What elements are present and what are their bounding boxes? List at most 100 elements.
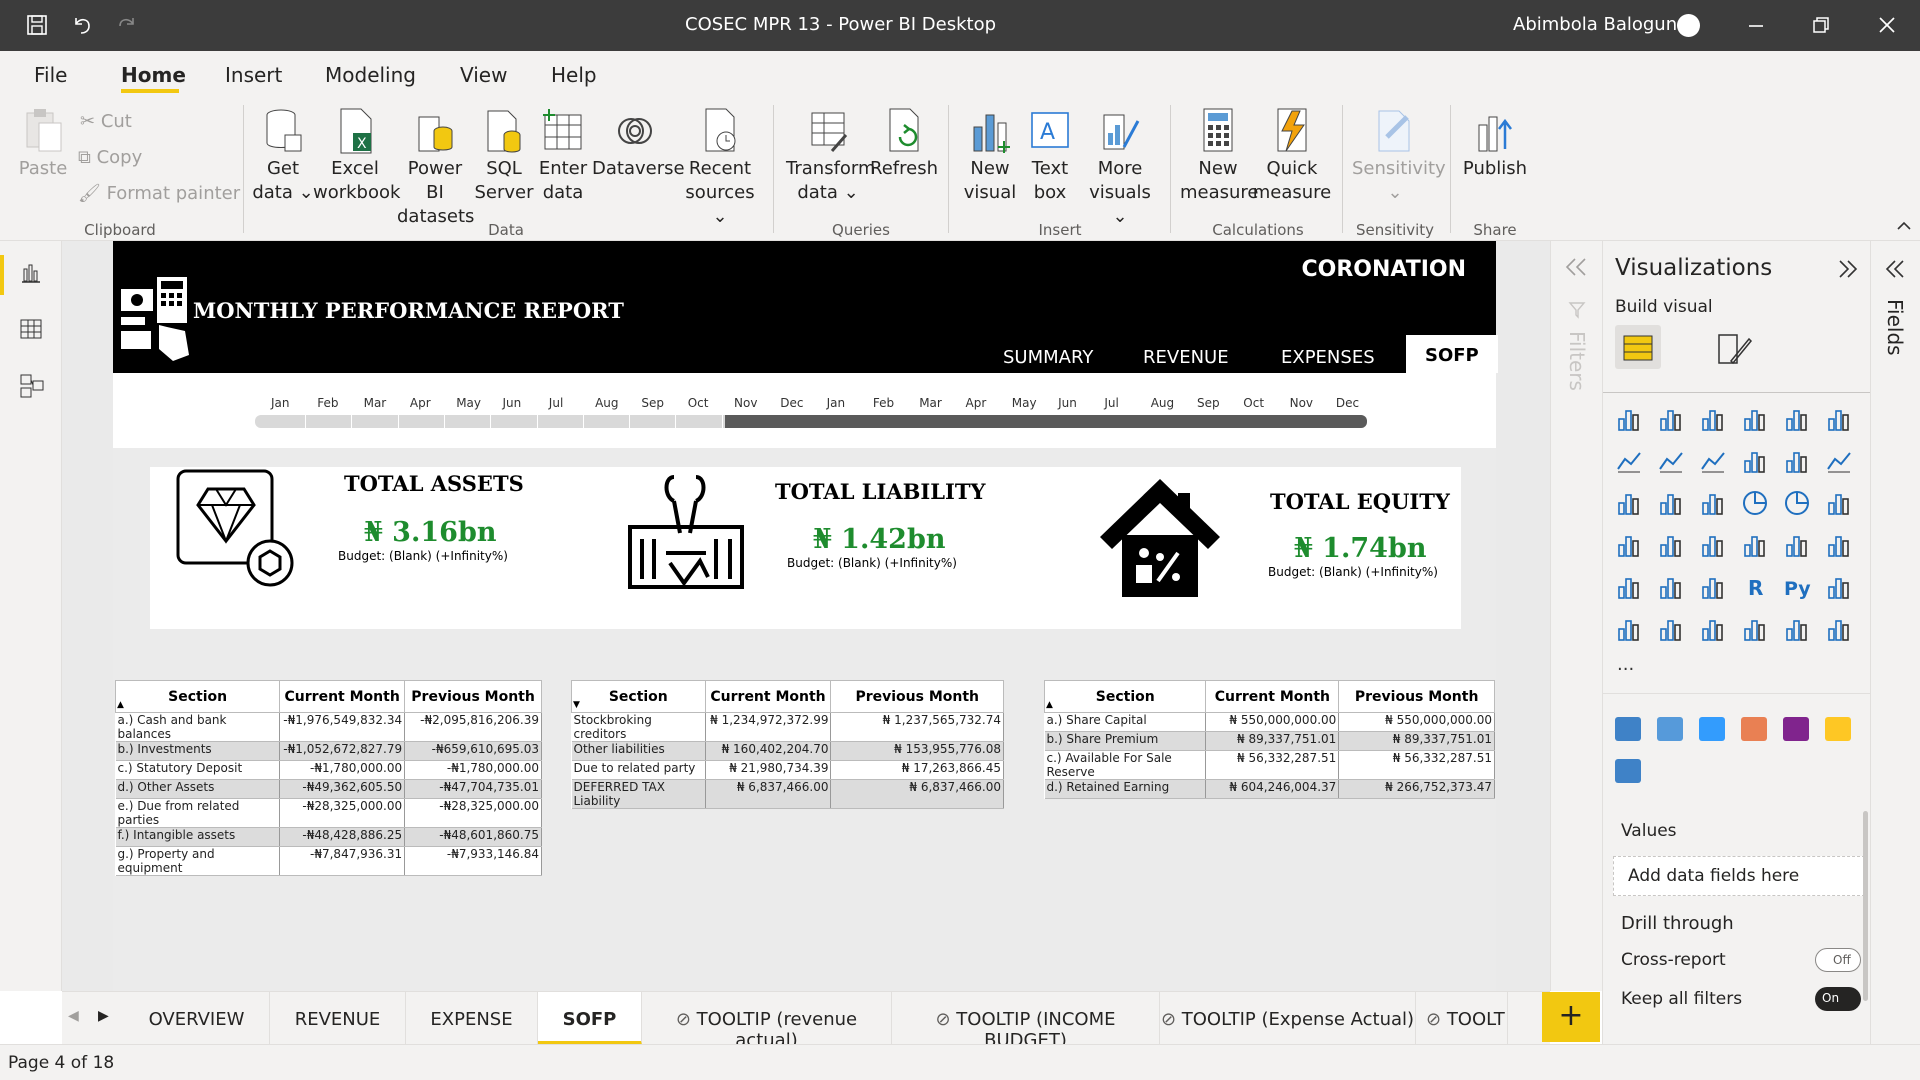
table-row[interactable]: g.) Property and equipment -₦7,847,936.31… [115, 846, 542, 876]
stacked-column-chart-icon[interactable] [1657, 405, 1685, 433]
slicer-month-label[interactable]: Jan [827, 396, 846, 410]
slicer-month-label[interactable]: Oct [1243, 396, 1264, 410]
100-stacked-column-chart-icon[interactable] [1825, 405, 1853, 433]
waterfall-chart-icon[interactable] [1615, 489, 1643, 517]
multi-row-card-icon[interactable] [1783, 531, 1811, 559]
slicer-month-label[interactable]: Oct [688, 396, 709, 410]
scroll-tabs-left-icon[interactable]: ◀ [68, 1008, 79, 1024]
slicer-month-label[interactable]: Aug [1151, 396, 1174, 410]
column-header-section[interactable]: Section [1043, 680, 1207, 713]
table-row[interactable]: d.) Retained Earning ₦ 604,246,004.37 ₦ 26… [1044, 779, 1495, 799]
slicer-month-label[interactable]: Dec [1336, 396, 1359, 410]
tab-insert[interactable]: Insert [225, 63, 282, 87]
custom-visual-gauge-icon[interactable] [1657, 717, 1683, 741]
nav-expenses[interactable]: EXPENSES [1281, 347, 1375, 368]
clustered-column-chart-icon[interactable] [1741, 405, 1769, 433]
filled-map-icon[interactable] [1657, 531, 1685, 559]
assets-table[interactable]: Section Current Month Previous Month a.)… [114, 680, 542, 876]
decomposition-tree-icon[interactable] [1615, 615, 1643, 643]
undo-icon[interactable] [71, 14, 93, 36]
sql-server-button[interactable]: SQL Server [474, 107, 534, 205]
slicer-month-label[interactable]: Feb [317, 396, 338, 410]
dataverse-button[interactable]: Dataverse [592, 107, 685, 181]
card-icon[interactable] [1741, 531, 1769, 559]
table-visual-icon[interactable] [1657, 573, 1685, 601]
custom-visual-screen-icon[interactable] [1783, 717, 1809, 741]
page-tab-tooltip-revenue-actual[interactable]: ⊘ TOOLTIP (revenue actual) [642, 992, 892, 1051]
power-bi-datasets-button[interactable]: Power BI datasets [397, 107, 474, 229]
nav-revenue[interactable]: REVENUE [1143, 347, 1229, 368]
slicer-month-label[interactable]: Jan [271, 396, 290, 410]
python-visual-icon[interactable]: Py [1783, 573, 1811, 601]
new-visual-button[interactable]: New visual [960, 107, 1020, 205]
table-row[interactable]: b.) Share Premium ₦ 89,337,751.01 ₦ 89,337… [1044, 731, 1495, 751]
more-visuals-icon[interactable]: ··· [1615, 657, 1643, 685]
keep-all-filters-toggle[interactable]: On [1815, 987, 1861, 1011]
publish-button[interactable]: Publish [1460, 107, 1530, 181]
slicer-month-label[interactable]: Apr [966, 396, 987, 410]
text-box-button[interactable]: A Text box [1022, 107, 1078, 205]
sort-descending-icon[interactable]: ▼ [573, 700, 580, 710]
cut-button[interactable]: ✂ Cut [80, 111, 132, 132]
column-header-section[interactable]: Section [114, 680, 281, 713]
table-row[interactable]: DEFERRED TAX Liability ₦ 6,837,466.00 ₦ 6,… [571, 779, 1004, 809]
line-chart-icon[interactable] [1615, 447, 1643, 475]
nav-sofp[interactable]: SOFP [1406, 335, 1498, 373]
column-header-current-month[interactable]: Current Month [704, 680, 832, 713]
slicer-month-label[interactable]: Aug [595, 396, 618, 410]
kpi-icon[interactable] [1825, 531, 1853, 559]
tab-file[interactable]: File [34, 63, 67, 87]
user-name[interactable]: Abimbola Balogun [1513, 14, 1677, 35]
table-row[interactable]: c.) Available For Sale Reserve ₦ 56,332,2… [1044, 750, 1495, 780]
format-painter-button[interactable]: 🖌 Format painter [78, 183, 240, 204]
table-row[interactable]: f.) Intangible assets -₦48,428,886.25 -₦48… [115, 827, 542, 847]
area-chart-icon[interactable] [1657, 447, 1685, 475]
slicer-track[interactable] [255, 415, 1367, 428]
map-icon[interactable] [1615, 531, 1643, 559]
restore-icon[interactable] [1810, 14, 1832, 36]
more-visuals-button[interactable]: More visuals ⌄ [1080, 107, 1160, 229]
table-row[interactable]: b.) Investments -₦1,052,672,827.79 -₦659,6… [115, 741, 542, 761]
clustered-bar-chart-icon[interactable] [1699, 405, 1727, 433]
avatar[interactable] [1677, 14, 1700, 37]
slicer-month-label[interactable]: Nov [734, 396, 757, 410]
custom-visual-table-icon[interactable] [1825, 717, 1851, 741]
equity-table[interactable]: Section Current Month Previous Month a.)… [1043, 680, 1495, 799]
slicer-month-label[interactable]: Mar [364, 396, 387, 410]
page-tab-tooltip-expense-actual[interactable]: ⊘ TOOLTIP (Expense Actual) [1160, 992, 1416, 1045]
funnel-chart-icon[interactable] [1657, 489, 1685, 517]
donut-chart-icon[interactable] [1783, 489, 1811, 517]
smart-narrative-icon[interactable] [1699, 615, 1727, 643]
table-row[interactable]: a.) Cash and bank balances -₦1,976,549,83… [115, 712, 542, 742]
slicer-icon[interactable] [1615, 573, 1643, 601]
line-and-clustered-column-chart-icon[interactable] [1783, 447, 1811, 475]
slicer-month-label[interactable]: May [1012, 396, 1037, 410]
format-visual-icon[interactable] [1715, 331, 1753, 367]
custom-visual-e-icon[interactable] [1699, 717, 1725, 741]
new-measure-button[interactable]: New measure [1180, 107, 1259, 205]
transform-data-button[interactable]: Transform data ⌄ [786, 107, 876, 205]
scatter-chart-icon[interactable] [1699, 489, 1727, 517]
key-influencers-icon[interactable] [1825, 573, 1853, 601]
recent-sources-button[interactable]: Recent sources ⌄ [680, 107, 760, 229]
page-tab-overview[interactable]: OVERVIEW [124, 992, 270, 1045]
gauge-icon[interactable] [1699, 531, 1727, 559]
slicer-month-label[interactable]: Jun [503, 396, 522, 410]
column-header-section[interactable]: Section [571, 680, 706, 713]
column-header-previous-month[interactable]: Previous Month [404, 680, 542, 713]
cross-report-toggle[interactable]: Off [1815, 948, 1861, 972]
tab-home[interactable]: Home [121, 63, 186, 87]
table-row[interactable]: Stockbroking creditors ₦ 1,234,972,372.99… [571, 712, 1004, 742]
slicer-month-label[interactable]: Dec [780, 396, 803, 410]
redo-icon[interactable] [116, 14, 138, 36]
slicer-month-label[interactable]: Apr [410, 396, 431, 410]
add-page-button[interactable]: + [1542, 992, 1600, 1042]
page-tab-tooltip-truncated[interactable]: ⊘ TOOLT [1416, 992, 1508, 1045]
custom-visual-1-icon[interactable] [1615, 717, 1641, 741]
nav-summary[interactable]: SUMMARY [1003, 347, 1093, 368]
slicer-month-label[interactable]: May [456, 396, 481, 410]
slicer-month-label[interactable]: Jul [549, 396, 563, 410]
slicer-month-label[interactable]: Feb [873, 396, 894, 410]
custom-visual-grid-icon[interactable] [1741, 717, 1767, 741]
page-tab-expense[interactable]: EXPENSE [406, 992, 538, 1045]
